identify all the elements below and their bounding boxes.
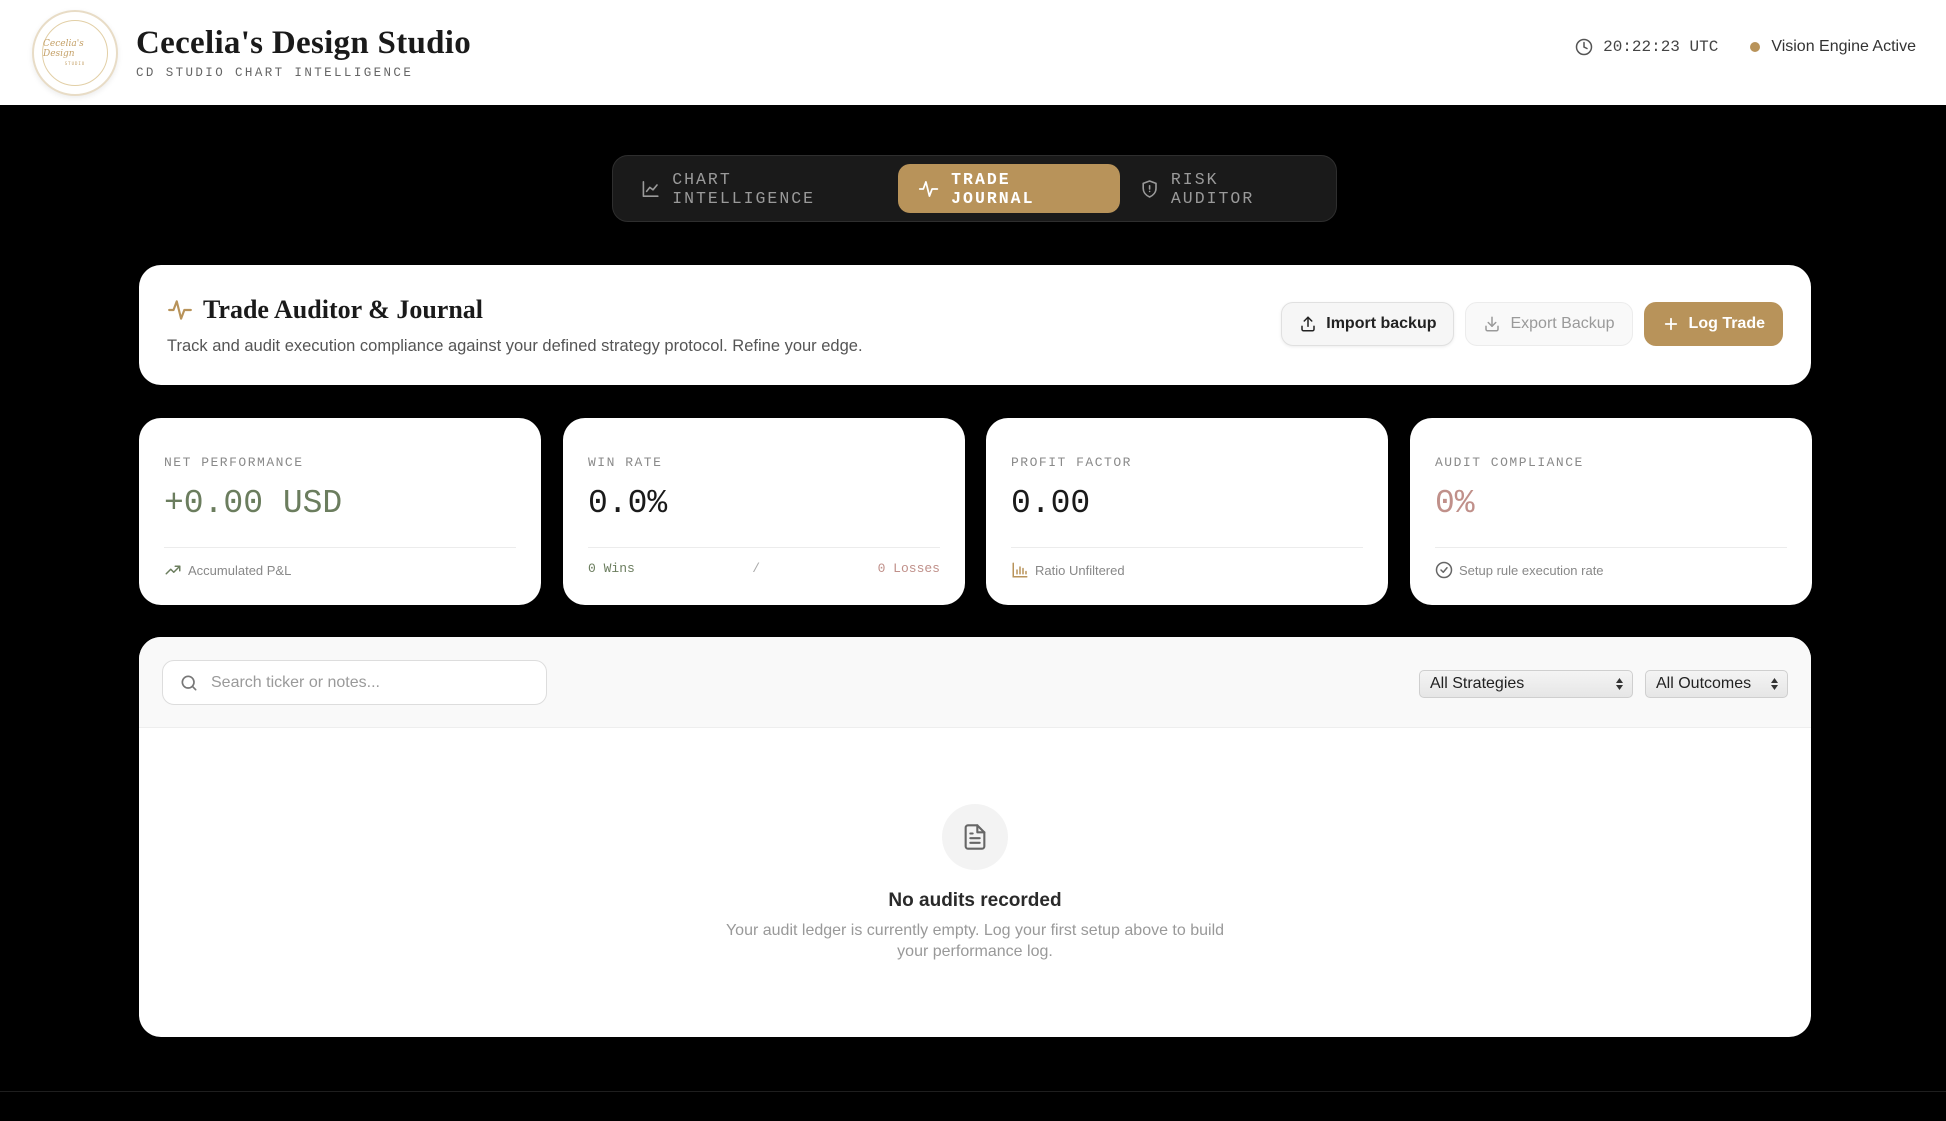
tab-risk-auditor[interactable]: RISK AUDITOR xyxy=(1120,164,1328,213)
stat-win-rate: WIN RATE 0.0% 0 Wins / 0 Losses xyxy=(563,418,965,605)
studio-logo[interactable]: Cecelia's Design STUDIO xyxy=(32,9,118,96)
stat-footer: 0 Wins / 0 Losses xyxy=(588,561,940,576)
trending-up-icon xyxy=(165,565,181,575)
journal-title: Trade Auditor & Journal xyxy=(203,295,484,324)
wins-count: 0 Wins xyxy=(588,561,635,576)
plus-icon xyxy=(1664,317,1677,331)
tab-trade-journal[interactable]: TRADE JOURNAL xyxy=(898,164,1120,213)
stat-value: 0.00 xyxy=(1011,485,1091,522)
stat-net-performance: NET PERFORMANCE +0.00 USD Accumulated P&… xyxy=(139,418,541,605)
empty-state: No audits recorded Your audit ledger is … xyxy=(139,728,1811,1037)
search-box[interactable] xyxy=(162,660,547,705)
main-tabs: CHART INTELLIGENCE TRADE JOURNAL RISK AU… xyxy=(612,155,1337,222)
stat-label: PROFIT FACTOR xyxy=(1011,455,1132,470)
brand: Cecelia's Design Studio CD STUDIO CHART … xyxy=(136,25,471,80)
tab-label: TRADE JOURNAL xyxy=(951,169,1035,208)
utc-clock: 20:22:23 UTC xyxy=(1575,38,1718,56)
journal-actions: Import backup Export Backup Log Trade xyxy=(1270,302,1783,346)
status-text: Vision Engine Active xyxy=(1771,38,1916,55)
stat-footer-text: Ratio Unfiltered xyxy=(1035,562,1125,578)
header-status-area: 20:22:23 UTC Vision Engine Active xyxy=(1575,38,1916,56)
stat-footer-text: Accumulated P&L xyxy=(188,562,292,578)
activity-icon xyxy=(168,300,192,320)
engine-status: Vision Engine Active xyxy=(1750,38,1916,56)
activity-icon xyxy=(918,180,939,197)
shield-icon xyxy=(1142,179,1157,198)
strategy-select-value: All Strategies xyxy=(1430,675,1525,692)
stat-divider xyxy=(164,547,516,548)
stat-label: AUDIT COMPLIANCE xyxy=(1435,455,1584,470)
status-dot xyxy=(1750,42,1761,52)
stat-footer: Accumulated P&L xyxy=(164,561,516,579)
export-backup-button[interactable]: Export Backup xyxy=(1465,302,1633,346)
empty-title: No audits recorded xyxy=(888,890,1062,911)
stat-value: 0% xyxy=(1435,485,1475,522)
upload-icon xyxy=(1301,316,1315,332)
losses-count: 0 Losses xyxy=(877,561,940,576)
log-trade-button[interactable]: Log Trade xyxy=(1643,302,1783,346)
outcome-select-value: All Outcomes xyxy=(1656,675,1752,692)
download-icon xyxy=(1485,316,1500,332)
stat-profit-factor: PROFIT FACTOR 0.00 Ratio Unfiltered xyxy=(986,418,1388,605)
select-arrows-icon xyxy=(1616,678,1623,690)
wins-losses-separator: / xyxy=(752,561,761,576)
bar-chart-icon xyxy=(1012,562,1028,578)
document-icon xyxy=(964,824,986,850)
outcome-select[interactable]: All Outcomes xyxy=(1645,670,1788,698)
audit-ledger: All Strategies All Outcomes No audits re… xyxy=(139,637,1811,1037)
logo-subtext: STUDIO xyxy=(64,61,86,66)
select-arrows-icon xyxy=(1771,678,1778,690)
check-circle-icon xyxy=(1435,561,1453,579)
stat-divider xyxy=(1435,547,1787,548)
search-input[interactable] xyxy=(211,673,531,692)
tab-label: RISK AUDITOR xyxy=(1170,169,1255,208)
stat-value: 0.0% xyxy=(588,485,668,522)
footer-divider xyxy=(0,1091,1946,1092)
brand-subtitle: CD STUDIO CHART INTELLIGENCE xyxy=(136,66,414,80)
empty-description: Your audit ledger is currently empty. Lo… xyxy=(725,922,1225,960)
filter-selects: All Strategies All Outcomes xyxy=(1407,670,1788,698)
journal-description: Track and audit execution compliance aga… xyxy=(167,337,863,355)
journal-header-card: Trade Auditor & Journal Track and audit … xyxy=(139,265,1811,385)
logo-emblem: Cecelia's Design STUDIO xyxy=(42,19,108,86)
export-label: Export Backup xyxy=(1510,315,1615,332)
stat-value: +0.00 USD xyxy=(164,485,343,522)
brand-title: Cecelia's Design Studio xyxy=(136,25,472,61)
stat-audit-compliance: AUDIT COMPLIANCE 0% Setup rule execution… xyxy=(1410,418,1812,605)
stat-divider xyxy=(1011,547,1363,548)
import-backup-button[interactable]: Import backup xyxy=(1281,302,1455,346)
app-header: Cecelia's Design STUDIO Cecelia's Design… xyxy=(0,0,1946,105)
stat-footer-text: Setup rule execution rate xyxy=(1459,562,1604,578)
stat-divider xyxy=(588,547,940,548)
journal-title-row: Trade Auditor & Journal xyxy=(167,295,483,325)
stat-label: WIN RATE xyxy=(588,455,663,470)
clock-icon xyxy=(1575,38,1593,56)
line-chart-icon xyxy=(642,180,659,197)
stat-footer: Setup rule execution rate xyxy=(1435,561,1787,579)
log-label: Log Trade xyxy=(1688,315,1765,332)
ledger-toolbar: All Strategies All Outcomes xyxy=(139,637,1811,728)
strategy-select[interactable]: All Strategies xyxy=(1419,670,1633,698)
stat-label: NET PERFORMANCE xyxy=(164,455,304,470)
tab-chart-intelligence[interactable]: CHART INTELLIGENCE xyxy=(621,164,898,213)
empty-document-badge xyxy=(942,804,1008,870)
import-label: Import backup xyxy=(1326,315,1437,332)
search-icon xyxy=(181,675,197,690)
tab-label: CHART INTELLIGENCE xyxy=(672,169,816,208)
logo-script: Cecelia's Design xyxy=(43,39,84,59)
stat-footer: Ratio Unfiltered xyxy=(1011,561,1363,579)
clock-text: 20:22:23 UTC xyxy=(1603,38,1719,56)
